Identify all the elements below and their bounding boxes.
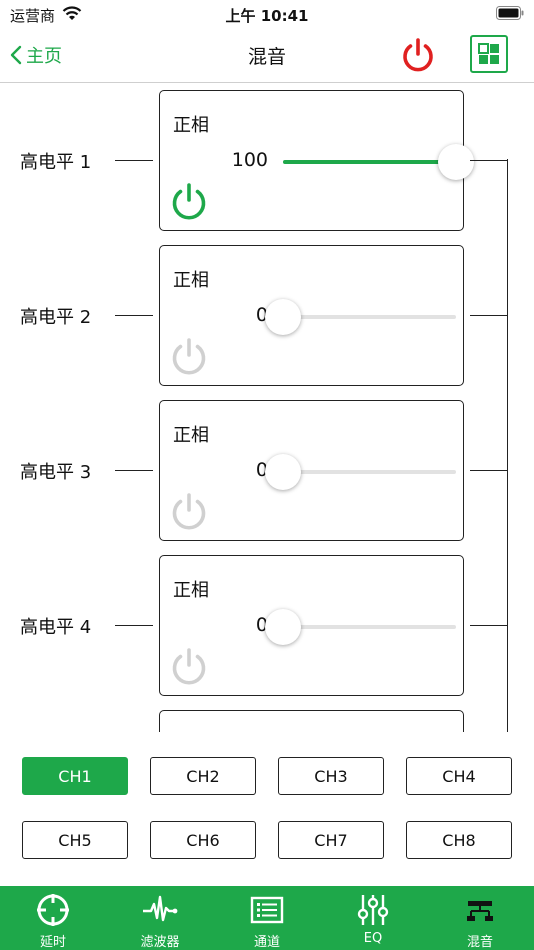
mixer-card: 正相 100 xyxy=(159,90,474,231)
channel-button-ch4[interactable]: CH4 xyxy=(406,757,512,795)
mixer-network-icon xyxy=(467,901,493,921)
channel-button-ch3[interactable]: CH3 xyxy=(278,757,384,795)
waveform-icon xyxy=(143,895,178,922)
level-slider[interactable] xyxy=(265,299,456,335)
slider-fill xyxy=(283,160,456,164)
crosshair-icon xyxy=(37,894,69,926)
tab-label: EQ xyxy=(363,931,383,946)
channel-button-ch1[interactable]: CH1 xyxy=(22,757,128,795)
tab-label: 通道 xyxy=(253,935,280,950)
power-icon[interactable] xyxy=(166,644,212,690)
tab-eq[interactable]: EQ xyxy=(320,886,426,950)
level-value: 0 xyxy=(255,459,268,481)
mixer-card xyxy=(159,710,464,732)
status-time: 上午 10:41 xyxy=(225,7,309,25)
tab-label: 延时 xyxy=(39,935,66,950)
connector-line xyxy=(115,315,153,316)
tab-filter[interactable]: 滤波器 xyxy=(107,886,213,950)
connector-line xyxy=(115,160,153,161)
power-icon[interactable] xyxy=(166,179,212,225)
level-value: 100 xyxy=(231,149,268,171)
status-bar: 运营商 上午 10:41 xyxy=(0,0,534,28)
channel-selector: CH1 CH2 CH3 CH4 CH5 CH6 CH7 CH8 xyxy=(0,732,534,882)
phase-toggle[interactable]: 正相 xyxy=(173,111,209,137)
tab-delay[interactable]: 延时 xyxy=(0,886,106,950)
mixer-row-1: 高电平 1 正相 100 xyxy=(0,90,534,231)
mixer-card: 正相 0 xyxy=(159,555,464,696)
mixer-row-2: 高电平 2 正相 0 xyxy=(0,245,534,386)
mixer-row-5-partial xyxy=(0,710,534,732)
channel-button-ch5[interactable]: CH5 xyxy=(22,821,128,859)
connector-line xyxy=(115,625,153,626)
channel-button-ch8[interactable]: CH8 xyxy=(406,821,512,859)
channel-button-ch2[interactable]: CH2 xyxy=(150,757,256,795)
tab-label: 滤波器 xyxy=(140,935,180,950)
slider-thumb[interactable] xyxy=(265,454,301,490)
level-value: 0 xyxy=(255,304,268,326)
connector-line xyxy=(470,160,508,161)
phase-toggle[interactable]: 正相 xyxy=(173,576,209,602)
connector-line xyxy=(470,470,508,471)
channel-button-ch7[interactable]: CH7 xyxy=(278,821,384,859)
level-slider[interactable] xyxy=(265,454,456,490)
mixer-card: 正相 0 xyxy=(159,400,464,541)
level-slider[interactable] xyxy=(265,609,456,645)
row-label: 高电平 2 xyxy=(20,307,92,328)
row-label: 高电平 4 xyxy=(20,617,92,638)
slider-thumb[interactable] xyxy=(265,609,301,645)
connector-line xyxy=(470,315,508,316)
row-label: 高电平 1 xyxy=(20,152,92,173)
navigation-bar: 主页 混音 xyxy=(0,28,534,83)
power-button[interactable] xyxy=(398,36,438,76)
equalizer-sliders-icon xyxy=(357,895,389,925)
tab-label: 混音 xyxy=(466,935,493,950)
channel-button-ch6[interactable]: CH6 xyxy=(150,821,256,859)
mixer-row-3: 高电平 3 正相 0 xyxy=(0,400,534,541)
phase-toggle[interactable]: 正相 xyxy=(173,266,209,292)
grid-icon xyxy=(478,43,499,64)
slider-thumb[interactable] xyxy=(265,299,301,335)
power-icon[interactable] xyxy=(166,489,212,535)
tab-bar: 延时 滤波器 通道 EQ 混音 xyxy=(0,886,534,950)
mixer-card: 正相 0 xyxy=(159,245,464,386)
level-slider[interactable] xyxy=(283,144,474,180)
phase-toggle[interactable]: 正相 xyxy=(173,421,209,447)
battery-icon xyxy=(496,6,524,20)
mixer-list[interactable]: 高电平 1 正相 100 高电平 2 正相 0 高电平 3 正相 0 高电平 4… xyxy=(0,84,534,732)
slider-thumb[interactable] xyxy=(438,144,474,180)
level-value: 0 xyxy=(255,614,268,636)
list-icon xyxy=(250,896,284,924)
tab-channel[interactable]: 通道 xyxy=(214,886,320,950)
page-title: 混音 xyxy=(247,46,286,68)
layout-grid-button[interactable] xyxy=(470,35,508,73)
power-icon[interactable] xyxy=(166,334,212,380)
mixer-row-4: 高电平 4 正相 0 xyxy=(0,555,534,696)
connector-line xyxy=(470,625,508,626)
connector-line xyxy=(115,470,153,471)
tab-mix[interactable]: 混音 xyxy=(427,886,533,950)
row-label: 高电平 3 xyxy=(20,462,92,483)
